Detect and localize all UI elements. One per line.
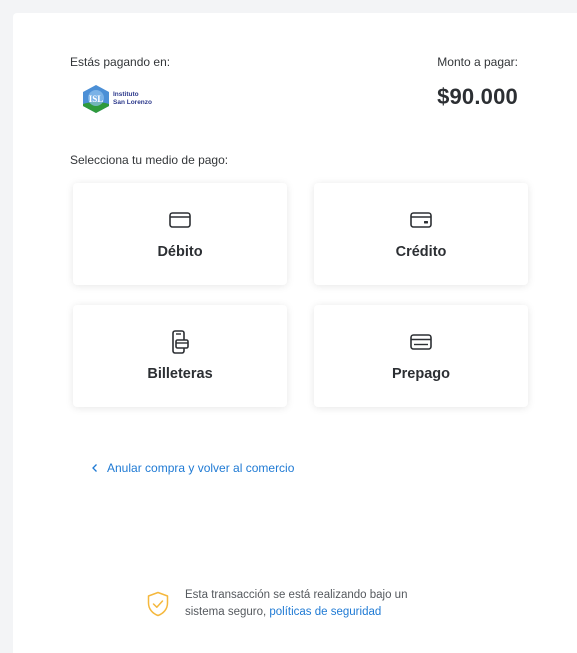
payment-method-wallets-label: Billeteras [147,366,213,382]
merchant-logo: ISL Instituto San Lorenzo [81,84,163,114]
payment-method-prompt: Selecciona tu medio de pago: [70,153,229,167]
security-text: Esta transacción se está realizando bajo… [185,587,445,621]
payment-method-debit-button[interactable]: Débito [73,183,287,285]
security-policy-link[interactable]: políticas de seguridad [269,606,381,618]
merchant-label: Estás pagando en: [70,55,171,69]
security-notice: Esta transacción se está realizando bajo… [146,587,445,621]
merchant-logo-line1: Instituto [113,91,139,98]
payment-method-prepaid-label: Prepago [391,366,450,382]
amount-label: Monto a pagar: [437,55,518,69]
merchant-logo-mark: ISL [89,94,104,104]
chevron-left-icon [92,464,97,472]
debit-card-icon [169,212,191,228]
cancel-purchase-link[interactable]: Anular compra y volver al comercio [90,461,294,475]
amount-value: $90.000 [437,84,518,109]
payment-method-credit-label: Crédito [395,244,447,260]
payment-method-prepaid-button[interactable]: Prepago [314,305,528,407]
wallet-icon [172,330,189,354]
cancel-purchase-label: Anular compra y volver al comercio [107,461,295,475]
merchant-logo-icon: ISL [83,85,109,113]
prepaid-card-icon [410,334,432,350]
merchant-logo-line2: San Lorenzo [113,99,153,106]
payment-method-debit-label: Débito [157,244,203,260]
payment-method-wallets-button[interactable]: Billeteras [73,305,287,407]
shield-check-icon [147,591,169,617]
payment-method-credit-button[interactable]: Crédito [314,183,528,285]
credit-card-icon [410,212,432,228]
merchant-logo-text: Instituto San Lorenzo [113,91,152,107]
